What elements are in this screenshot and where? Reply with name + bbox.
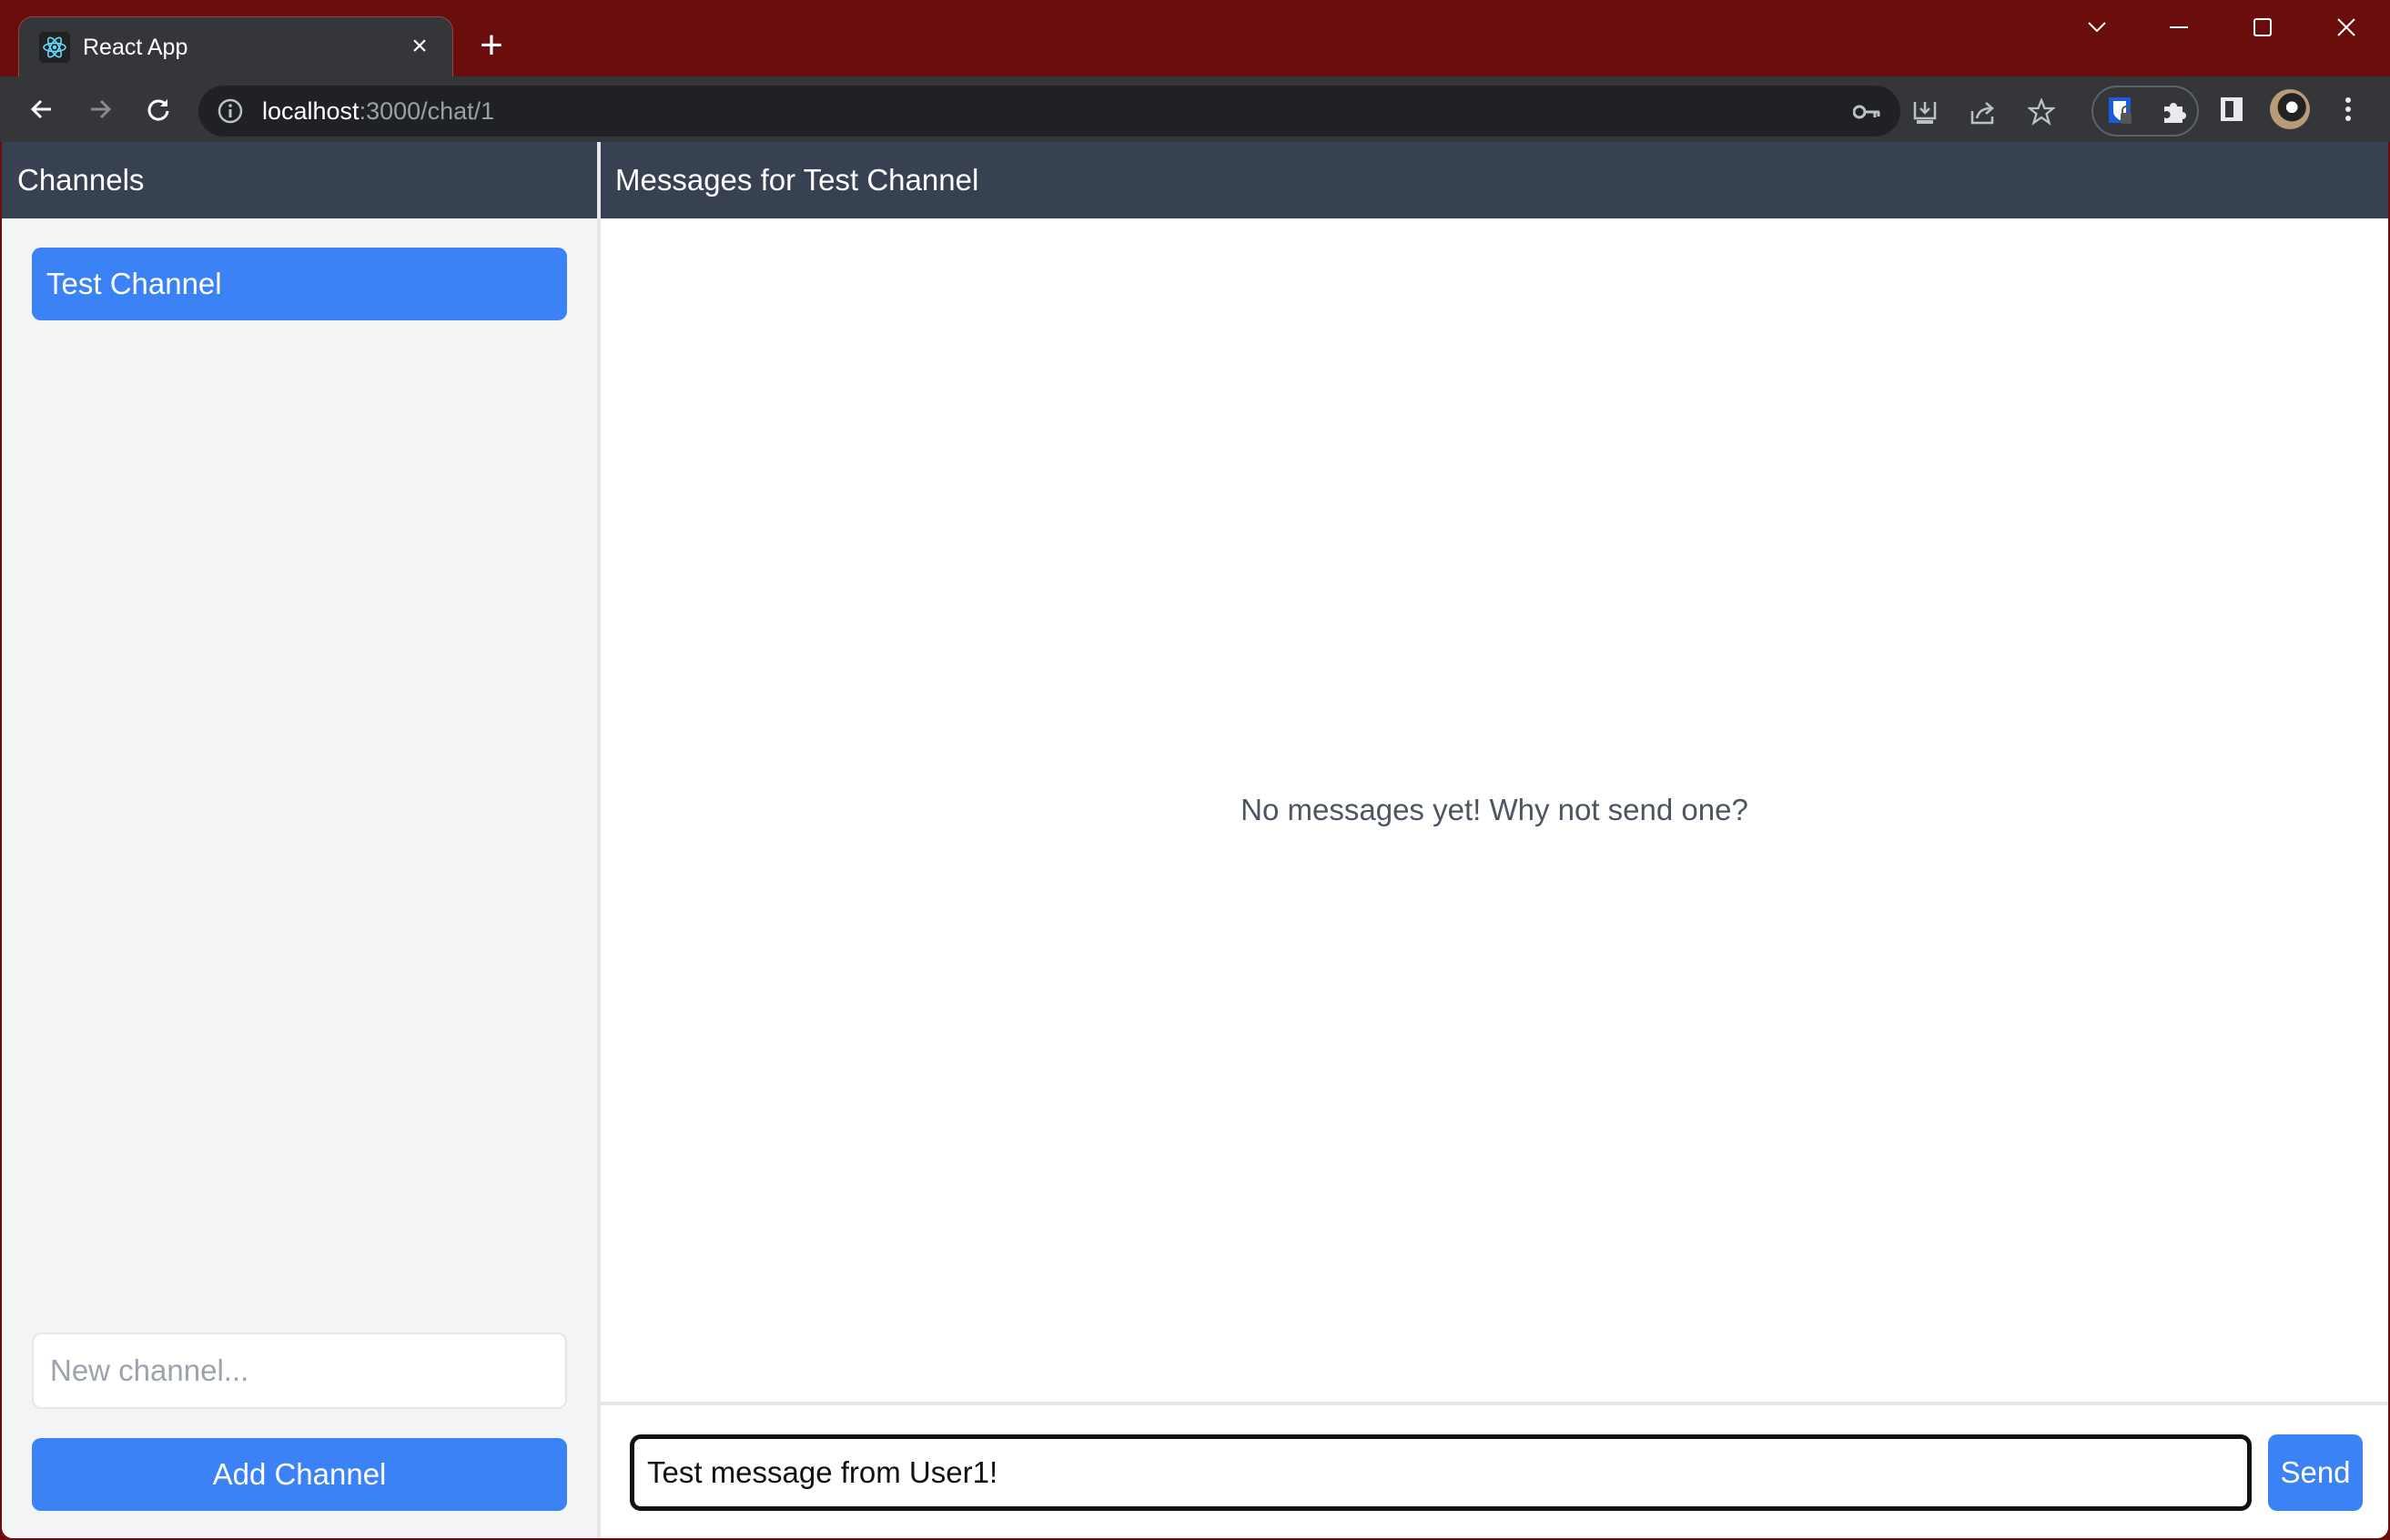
back-arrow-icon[interactable] xyxy=(22,89,62,129)
key-icon[interactable] xyxy=(1851,96,1882,127)
browser-tab[interactable]: React App × xyxy=(18,16,453,78)
site-info-icon[interactable] xyxy=(217,97,244,125)
minimize-icon[interactable] xyxy=(2152,9,2206,46)
add-channel-button[interactable]: Add Channel xyxy=(32,1438,567,1511)
extensions-puzzle-icon[interactable] xyxy=(2153,91,2193,131)
tab-close-icon[interactable]: × xyxy=(403,30,436,63)
tab-title: React App xyxy=(83,35,188,60)
tab-search-chevron-down-icon[interactable] xyxy=(2070,9,2124,46)
browser-toolbar: localhost:3000/chat/1 xyxy=(0,76,2390,142)
reload-icon[interactable] xyxy=(138,89,178,129)
message-input[interactable] xyxy=(630,1434,2252,1511)
new-tab-button[interactable]: + xyxy=(473,25,510,66)
forward-arrow-icon[interactable] xyxy=(80,89,120,129)
install-app-icon[interactable] xyxy=(1909,96,1940,127)
empty-state-text: No messages yet! Why not send one? xyxy=(1241,793,1748,826)
browser-titlebar: React App × + xyxy=(0,0,2390,78)
url-path: :3000/chat/1 xyxy=(359,97,495,125)
react-logo-icon xyxy=(39,32,70,63)
messages-title: Messages for Test Channel xyxy=(601,142,2388,218)
address-bar[interactable]: localhost:3000/chat/1 xyxy=(198,86,2055,137)
chrome-menu-icon[interactable] xyxy=(2328,89,2368,129)
message-composer: Send xyxy=(601,1402,2388,1538)
share-icon[interactable] xyxy=(1968,96,1999,127)
side-panel-icon[interactable] xyxy=(2212,89,2252,129)
channel-item-test-channel[interactable]: Test Channel xyxy=(32,248,567,320)
message-list: No messages yet! Why not send one? xyxy=(601,218,2388,1402)
bookmark-star-icon[interactable] xyxy=(2026,96,2057,127)
url-text[interactable]: localhost:3000/chat/1 xyxy=(262,95,494,127)
bitwarden-icon[interactable] xyxy=(2101,91,2141,131)
messages-panel: Messages for Test Channel No messages ye… xyxy=(601,142,2388,1538)
sidebar-title: Channels xyxy=(2,142,597,218)
url-host: localhost xyxy=(262,97,360,125)
extensions-group xyxy=(2091,86,2199,137)
channels-sidebar: Channels Test Channel Add Channel xyxy=(2,142,601,1538)
maximize-icon[interactable] xyxy=(2235,9,2290,46)
send-button[interactable]: Send xyxy=(2268,1434,2363,1511)
new-channel-input[interactable] xyxy=(32,1332,567,1409)
window-close-icon[interactable] xyxy=(2319,9,2374,46)
profile-avatar[interactable] xyxy=(2270,89,2310,129)
chat-app: Channels Test Channel Add Channel Messag… xyxy=(2,142,2388,1538)
